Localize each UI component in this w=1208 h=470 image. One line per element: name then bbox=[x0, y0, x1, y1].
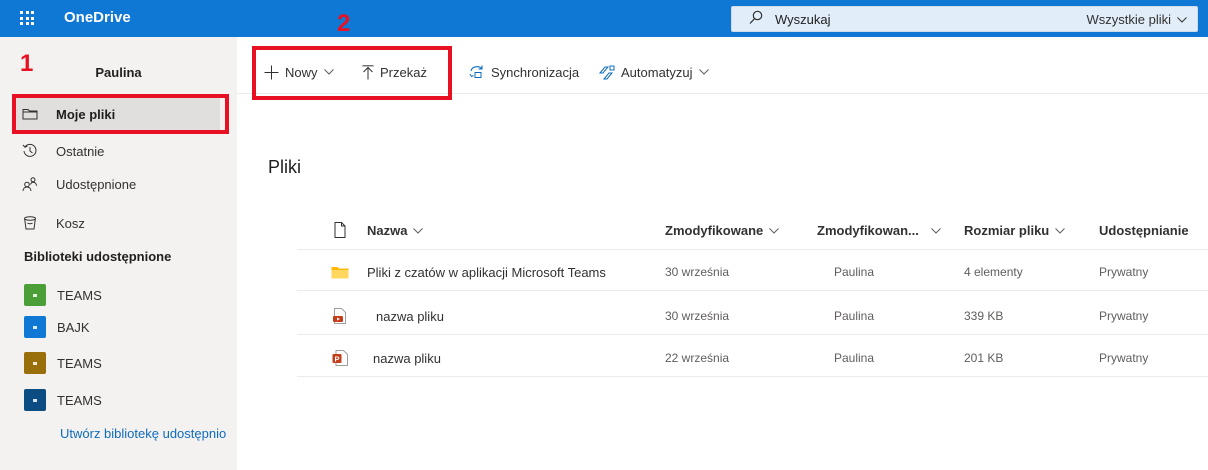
chevron-down-icon bbox=[1055, 227, 1066, 234]
sidebar-item-recent[interactable]: Ostatnie bbox=[0, 135, 222, 167]
chevron-down-icon bbox=[1177, 16, 1187, 23]
chevron-down-icon bbox=[413, 227, 424, 234]
library-label: TEAMS bbox=[57, 355, 102, 371]
automate-button-label: Automatyzuj bbox=[621, 64, 693, 80]
library-icon bbox=[24, 284, 46, 306]
column-header-label: Nazwa bbox=[367, 223, 408, 238]
column-header-modified[interactable]: Zmodyfikowane bbox=[665, 223, 780, 238]
file-name[interactable]: nazwa pliku bbox=[376, 309, 444, 324]
sidebar-library-teams-1[interactable]: TEAMS bbox=[24, 284, 102, 306]
sidebar-item-label: Ostatnie bbox=[56, 143, 105, 159]
column-header-label: Zmodyfikowan... bbox=[817, 223, 919, 238]
annotation-box-new-upload bbox=[252, 46, 452, 100]
table-header: Nazwa Zmodyfikowane Zmodyfikowan... Rozm… bbox=[297, 210, 1208, 250]
column-header-label: Zmodyfikowane bbox=[665, 223, 764, 238]
file-sharing: Prywatny bbox=[1099, 265, 1149, 279]
column-header-modified-by[interactable]: Zmodyfikowan... bbox=[817, 223, 941, 238]
file-modified-by: Paulina bbox=[833, 265, 875, 279]
file-size: 339 KB bbox=[964, 309, 1004, 323]
annotation-number-2: 2 bbox=[337, 10, 351, 37]
column-header-size[interactable]: Rozmiar pliku bbox=[964, 223, 1066, 238]
file-sharing: Prywatny bbox=[1099, 351, 1149, 365]
file-name[interactable]: Pliki z czatów w aplikacji Microsoft Tea… bbox=[367, 265, 606, 280]
sidebar-item-shared[interactable]: Udostępnione bbox=[0, 168, 222, 200]
column-header-name[interactable]: Nazwa bbox=[367, 223, 424, 238]
annotation-number-1: 1 bbox=[20, 50, 34, 77]
trash-icon bbox=[24, 216, 36, 230]
library-label: BAJK bbox=[57, 319, 90, 335]
search-input[interactable] bbox=[775, 7, 1055, 31]
column-header-label: Udostępnianie bbox=[1099, 223, 1189, 238]
folder-icon bbox=[331, 267, 349, 279]
clock-icon bbox=[22, 143, 37, 157]
search-box[interactable]: Wszystkie pliki bbox=[731, 6, 1198, 32]
library-icon bbox=[24, 352, 46, 374]
chevron-down-icon bbox=[769, 227, 780, 234]
file-modified-by: Paulina bbox=[833, 309, 875, 323]
user-name: Paulina bbox=[95, 65, 142, 80]
file-modified: 30 września bbox=[665, 309, 730, 323]
sidebar-item-label: Kosz bbox=[56, 215, 85, 231]
table-row[interactable]: P nazwa pliku 22 września Paulina 201 KB… bbox=[297, 340, 1208, 377]
file-size: 4 elementy bbox=[964, 265, 1023, 279]
file-modified: 22 września bbox=[665, 351, 730, 365]
sidebar-library-teams-2[interactable]: TEAMS bbox=[24, 352, 102, 374]
sidebar-library-teams-3[interactable]: TEAMS bbox=[24, 389, 102, 411]
annotation-box-my-files bbox=[12, 94, 229, 134]
search-icon bbox=[749, 10, 763, 24]
automate-button[interactable]: Automatyzuj bbox=[599, 63, 709, 81]
column-header-label: Rozmiar pliku bbox=[964, 223, 1050, 238]
top-bar: OneDrive Wszystkie pliki bbox=[0, 0, 1208, 37]
library-icon bbox=[24, 316, 46, 338]
search-scope-dropdown[interactable]: Wszystkie pliki bbox=[1086, 12, 1187, 27]
people-icon bbox=[22, 177, 37, 192]
file-name[interactable]: nazwa pliku bbox=[373, 351, 441, 366]
table-row[interactable]: Pliki z czatów w aplikacji Microsoft Tea… bbox=[297, 254, 1208, 291]
chevron-down-icon bbox=[930, 227, 941, 234]
file-type-icon[interactable] bbox=[332, 222, 348, 238]
shared-libraries-header: Biblioteki udostępnione bbox=[24, 249, 172, 264]
sync-button[interactable]: Synchronizacja bbox=[469, 63, 579, 81]
column-header-sharing[interactable]: Udostępnianie bbox=[1099, 223, 1189, 238]
library-label: TEAMS bbox=[57, 392, 102, 408]
file-sharing: Prywatny bbox=[1099, 309, 1149, 323]
app-name[interactable]: OneDrive bbox=[64, 9, 131, 26]
sync-button-label: Synchronizacja bbox=[491, 64, 580, 80]
app-launcher-icon[interactable] bbox=[20, 11, 34, 25]
chevron-down-icon bbox=[698, 69, 709, 75]
sidebar-item-label: Udostępnione bbox=[56, 176, 137, 192]
search-scope-label: Wszystkie pliki bbox=[1086, 12, 1171, 27]
svg-text:P: P bbox=[334, 354, 339, 363]
video-file-icon bbox=[333, 308, 346, 324]
sidebar-library-bajk[interactable]: BAJK bbox=[24, 316, 90, 338]
sync-icon bbox=[469, 65, 483, 78]
library-icon bbox=[24, 389, 46, 411]
file-size: 201 KB bbox=[964, 351, 1004, 365]
file-modified: 30 września bbox=[665, 265, 730, 279]
file-modified-by: Paulina bbox=[833, 351, 875, 365]
page-title: Pliki bbox=[268, 157, 302, 177]
library-label: TEAMS bbox=[57, 287, 102, 303]
powerpoint-file-icon: P bbox=[332, 350, 348, 366]
automate-flow-icon bbox=[599, 65, 615, 79]
sidebar-item-trash[interactable]: Kosz bbox=[0, 207, 222, 239]
table-row[interactable]: nazwa pliku 30 września Paulina 339 KB P… bbox=[297, 298, 1208, 335]
create-shared-library-link[interactable]: Utwórz bibliotekę udostępnio bbox=[60, 426, 237, 441]
